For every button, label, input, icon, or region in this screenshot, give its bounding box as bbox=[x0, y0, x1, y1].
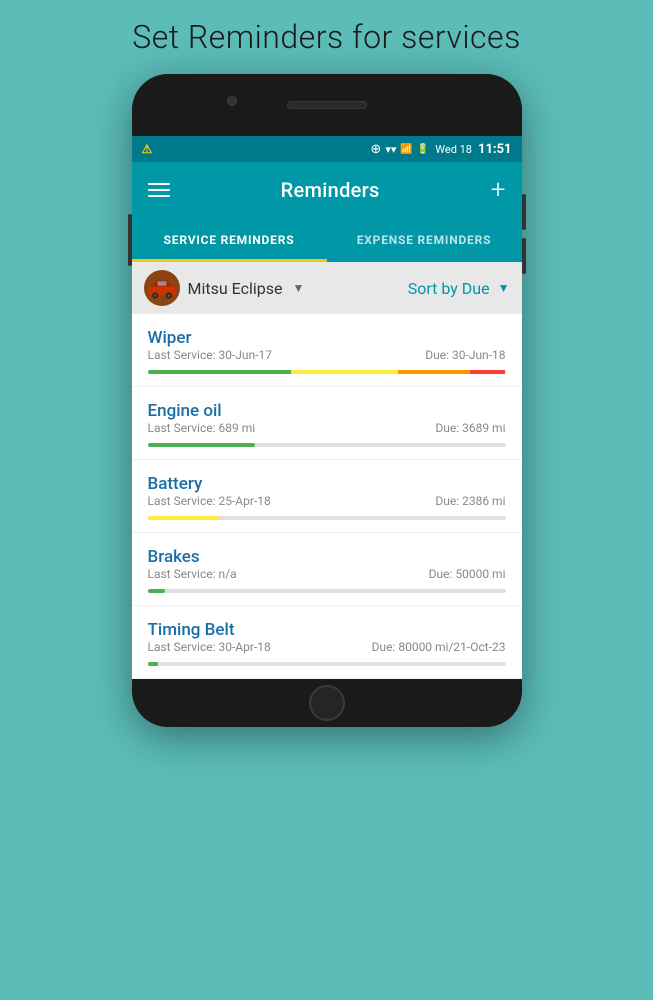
sort-dropdown-icon: ▼ bbox=[498, 281, 510, 295]
progress-fill-engine-oil bbox=[148, 443, 255, 447]
reminder-item-brakes[interactable]: Brakes Last Service: n/a Due: 50000 mi bbox=[132, 533, 522, 606]
reminder-sub-wiper: Last Service: 30-Jun-17 Due: 30-Jun-18 bbox=[148, 348, 506, 362]
bar-seg-red bbox=[470, 370, 506, 374]
vehicle-name: Mitsu Eclipse bbox=[188, 279, 283, 298]
top-bezel bbox=[132, 74, 522, 136]
add-button[interactable]: + bbox=[491, 177, 506, 203]
add-circle-icon: ⊕ bbox=[370, 142, 381, 157]
status-right: ⊕ ▾▾ 📶 🔋 Wed 18 11:51 bbox=[370, 142, 511, 157]
reminder-item-timing-belt[interactable]: Timing Belt Last Service: 30-Apr-18 Due:… bbox=[132, 606, 522, 679]
reminder-sub-brakes: Last Service: n/a Due: 50000 mi bbox=[148, 567, 506, 581]
last-service-wiper: Last Service: 30-Jun-17 bbox=[148, 348, 272, 362]
last-service-brakes: Last Service: n/a bbox=[148, 567, 237, 581]
due-battery: Due: 2386 mi bbox=[435, 494, 505, 508]
wifi-icon: ▾▾ bbox=[385, 143, 396, 156]
status-time: 11:51 bbox=[478, 142, 512, 157]
last-service-battery: Last Service: 25-Apr-18 bbox=[148, 494, 271, 508]
reminder-name-battery: Battery bbox=[148, 474, 506, 494]
menu-line-3 bbox=[148, 195, 170, 197]
menu-line-1 bbox=[148, 183, 170, 185]
progress-bar-wiper bbox=[148, 370, 506, 374]
speaker bbox=[287, 101, 367, 109]
due-engine-oil: Due: 3689 mi bbox=[435, 421, 505, 435]
reminder-name-timing-belt: Timing Belt bbox=[148, 620, 506, 640]
bar-seg-yellow bbox=[291, 370, 398, 374]
filter-row: Mitsu Eclipse ▼ Sort by Due ▼ bbox=[132, 262, 522, 314]
tab-expense-reminders[interactable]: EXPENSE REMINDERS bbox=[327, 218, 522, 262]
home-button[interactable] bbox=[309, 685, 345, 721]
progress-fill-timing-belt bbox=[148, 662, 159, 666]
status-date: Wed 18 bbox=[435, 143, 472, 156]
menu-icon[interactable] bbox=[148, 183, 170, 197]
reminder-name-wiper: Wiper bbox=[148, 328, 506, 348]
status-bar: ⚠ ⊕ ▾▾ 📶 🔋 Wed 18 11:51 bbox=[132, 136, 522, 162]
toolbar: Reminders + bbox=[132, 162, 522, 218]
due-wiper: Due: 30-Jun-18 bbox=[425, 348, 505, 362]
reminder-item-engine-oil[interactable]: Engine oil Last Service: 689 mi Due: 368… bbox=[132, 387, 522, 460]
reminder-sub-battery: Last Service: 25-Apr-18 Due: 2386 mi bbox=[148, 494, 506, 508]
progress-fill-battery bbox=[148, 516, 220, 520]
progress-bar-engine-oil bbox=[148, 443, 506, 447]
reminder-name-engine-oil: Engine oil bbox=[148, 401, 506, 421]
vehicle-thumbnail bbox=[144, 270, 180, 306]
due-timing-belt: Due: 80000 mi/21-Oct-23 bbox=[372, 640, 506, 654]
reminder-sub-engine-oil: Last Service: 689 mi Due: 3689 mi bbox=[148, 421, 506, 435]
progress-bar-brakes bbox=[148, 589, 506, 593]
menu-line-2 bbox=[148, 189, 170, 191]
reminder-item-wiper[interactable]: Wiper Last Service: 30-Jun-17 Due: 30-Ju… bbox=[132, 314, 522, 387]
page-title: Set Reminders for services bbox=[132, 18, 521, 56]
reminder-sub-timing-belt: Last Service: 30-Apr-18 Due: 80000 mi/21… bbox=[148, 640, 506, 654]
volume-down-button[interactable] bbox=[522, 238, 526, 274]
reminder-name-brakes: Brakes bbox=[148, 547, 506, 567]
progress-fill-brakes bbox=[148, 589, 166, 593]
reminder-list: Wiper Last Service: 30-Jun-17 Due: 30-Ju… bbox=[132, 314, 522, 679]
battery-icon: 🔋 bbox=[417, 144, 429, 155]
last-service-timing-belt: Last Service: 30-Apr-18 bbox=[148, 640, 271, 654]
vehicle-selector[interactable]: Mitsu Eclipse ▼ bbox=[144, 270, 408, 306]
last-service-engine-oil: Last Service: 689 mi bbox=[148, 421, 256, 435]
sort-label: Sort by Due bbox=[408, 279, 490, 298]
bottom-bezel bbox=[132, 679, 522, 727]
tabs-container: SERVICE REMINDERS EXPENSE REMINDERS bbox=[132, 218, 522, 262]
sort-selector[interactable]: Sort by Due ▼ bbox=[408, 279, 510, 298]
power-button[interactable] bbox=[128, 214, 132, 266]
volume-up-button[interactable] bbox=[522, 194, 526, 230]
tab-service-reminders[interactable]: SERVICE REMINDERS bbox=[132, 218, 327, 262]
toolbar-title: Reminders bbox=[281, 178, 380, 202]
bar-seg-orange bbox=[398, 370, 470, 374]
progress-bar-timing-belt bbox=[148, 662, 506, 666]
warning-icon: ⚠ bbox=[142, 142, 153, 156]
signal-icon: 📶 bbox=[400, 144, 412, 155]
status-left: ⚠ bbox=[142, 142, 153, 156]
car-icon bbox=[147, 277, 177, 299]
progress-bar-battery bbox=[148, 516, 506, 520]
front-camera bbox=[227, 96, 237, 106]
vehicle-dropdown-icon: ▼ bbox=[292, 281, 304, 295]
reminder-item-battery[interactable]: Battery Last Service: 25-Apr-18 Due: 238… bbox=[132, 460, 522, 533]
bar-seg-green bbox=[148, 370, 291, 374]
due-brakes: Due: 50000 mi bbox=[429, 567, 506, 581]
phone-shell: ⚠ ⊕ ▾▾ 📶 🔋 Wed 18 11:51 Remind bbox=[132, 74, 522, 727]
